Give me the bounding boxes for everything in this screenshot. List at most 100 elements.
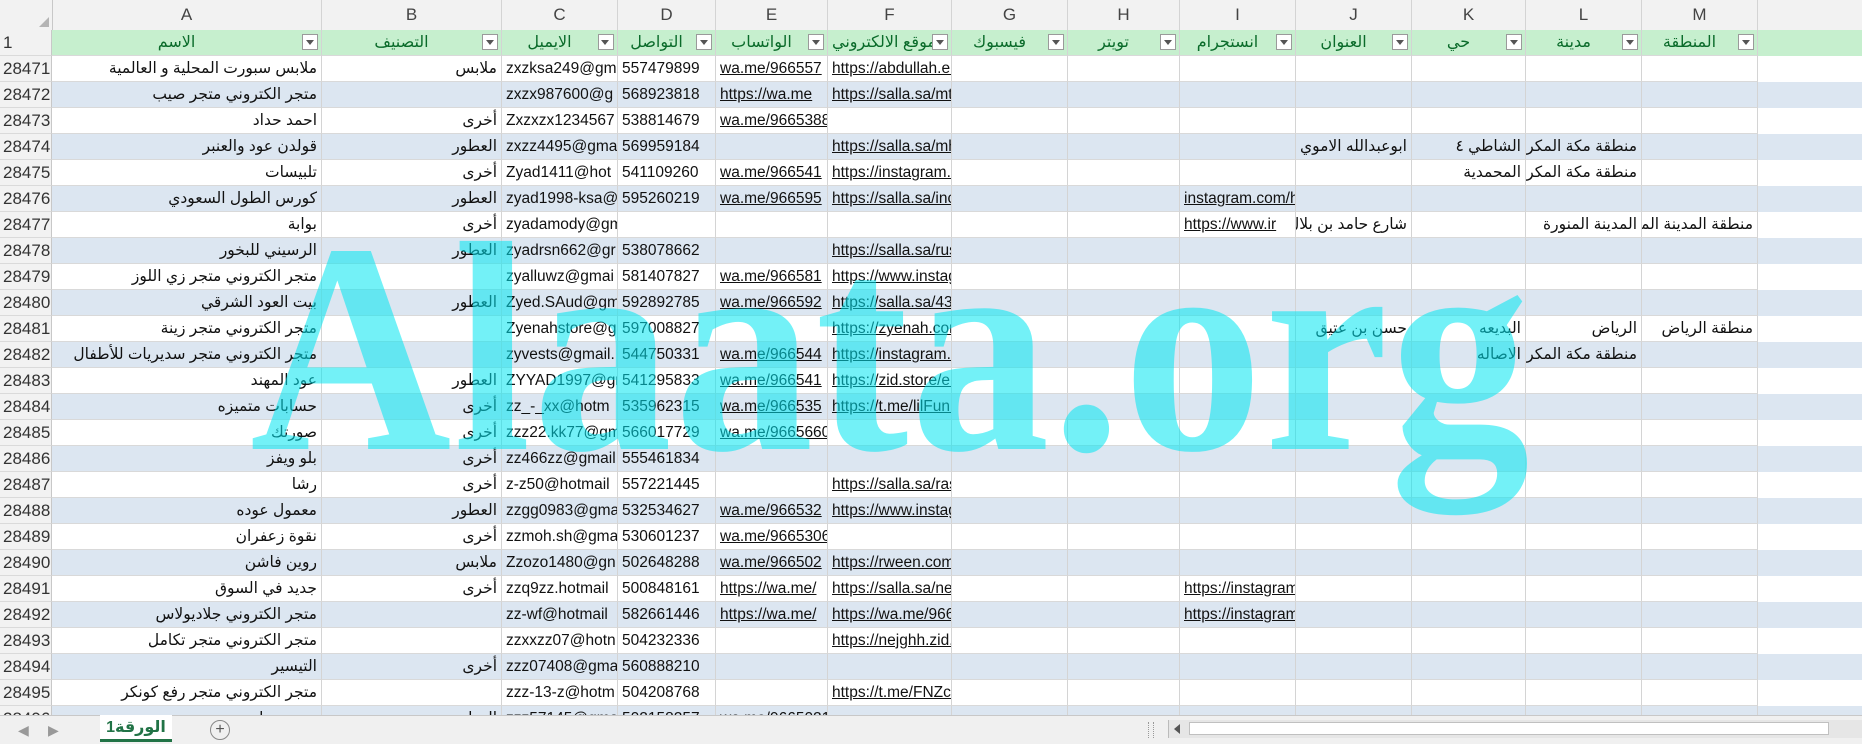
cell-j[interactable]	[1296, 602, 1412, 628]
cell-e[interactable]	[716, 316, 828, 342]
cell-h[interactable]	[1068, 342, 1180, 368]
cell-h[interactable]	[1068, 446, 1180, 472]
cell-h[interactable]	[1068, 472, 1180, 498]
scrollbar-thumb[interactable]	[1189, 722, 1829, 735]
filter-dropdown-icon[interactable]	[482, 34, 498, 50]
cell-l[interactable]	[1526, 238, 1642, 264]
cell-c[interactable]: zxzx987600@g	[502, 82, 618, 108]
column-header-c[interactable]: C	[502, 0, 618, 30]
filter-dropdown-icon[interactable]	[302, 34, 318, 50]
cell-a[interactable]: رشا	[52, 472, 322, 498]
cell-m[interactable]	[1642, 186, 1758, 212]
column-header-m[interactable]: M	[1642, 0, 1758, 30]
cell-l[interactable]	[1526, 394, 1642, 420]
cell-l[interactable]	[1526, 82, 1642, 108]
cell-m[interactable]	[1642, 394, 1758, 420]
cell-c[interactable]: zzz22.kk77@gm	[502, 420, 618, 446]
cell-f[interactable]: https://t.me/FNZcoqureoe	[828, 680, 952, 706]
cell-j[interactable]	[1296, 264, 1412, 290]
cell-k[interactable]	[1412, 420, 1526, 446]
cell-b[interactable]: أخرى	[322, 446, 502, 472]
cell-j[interactable]	[1296, 472, 1412, 498]
cell-l[interactable]: منطقة مكة المكرمة جدة	[1526, 342, 1642, 368]
cell-f[interactable]: https://instagram.com/matgar_hanan1?igsh…	[828, 160, 952, 186]
cell-b[interactable]: أخرى	[322, 420, 502, 446]
cell-c[interactable]: Zzozo1480@gn	[502, 550, 618, 576]
cell-b[interactable]: ملابس	[322, 550, 502, 576]
cell-i[interactable]	[1180, 316, 1296, 342]
row-number[interactable]: 28495	[0, 680, 52, 706]
cell-c[interactable]: zxzz4495@gma	[502, 134, 618, 160]
cell-c[interactable]: zzq9zz.hotmail	[502, 576, 618, 602]
cell-h[interactable]	[1068, 238, 1180, 264]
cell-d[interactable]: 568923818	[618, 82, 716, 108]
cell-c[interactable]: zz_-_xx@hotm	[502, 394, 618, 420]
cell-k[interactable]: الشاطي ٤	[1412, 134, 1526, 160]
cell-f[interactable]: https://salla.sa/increaseheight	[828, 186, 952, 212]
cell-d[interactable]	[618, 212, 716, 238]
cell-i[interactable]	[1180, 524, 1296, 550]
row-number[interactable]: 28478	[0, 238, 52, 264]
cell-i[interactable]	[1180, 498, 1296, 524]
cell-b[interactable]	[322, 316, 502, 342]
cell-j[interactable]	[1296, 394, 1412, 420]
header-cell-b[interactable]: التصنيف	[322, 30, 502, 56]
cell-e[interactable]: wa.me/966566017729	[716, 420, 828, 446]
cell-d[interactable]: 535962315	[618, 394, 716, 420]
cell-b[interactable]: أخرى	[322, 524, 502, 550]
filter-dropdown-icon[interactable]	[696, 34, 712, 50]
cell-l[interactable]	[1526, 498, 1642, 524]
horizontal-scrollbar[interactable]	[1168, 720, 1862, 738]
cell-l[interactable]	[1526, 290, 1642, 316]
cell-j[interactable]	[1296, 368, 1412, 394]
cell-e[interactable]: wa.me/966541	[716, 368, 828, 394]
cell-i[interactable]	[1180, 394, 1296, 420]
cell-d[interactable]: 541295833	[618, 368, 716, 394]
cell-j[interactable]: ابوعبدالله الاموي	[1296, 134, 1412, 160]
cell-g[interactable]	[952, 82, 1068, 108]
cell-h[interactable]	[1068, 420, 1180, 446]
header-cell-l[interactable]: مدينة	[1526, 30, 1642, 56]
row-number[interactable]: 28484	[0, 394, 52, 420]
cell-a[interactable]: التيسير	[52, 654, 322, 680]
cell-h[interactable]	[1068, 368, 1180, 394]
cell-e[interactable]: https://wa.me/	[716, 576, 828, 602]
row-number[interactable]: 28485	[0, 420, 52, 446]
column-header-a[interactable]: A	[52, 0, 322, 30]
scroll-left-icon[interactable]	[1174, 724, 1180, 734]
cell-k[interactable]	[1412, 446, 1526, 472]
cell-d[interactable]: 532534627	[618, 498, 716, 524]
cell-a[interactable]: معمول عوده	[52, 498, 322, 524]
column-header-j[interactable]: J	[1296, 0, 1412, 30]
cell-m[interactable]	[1642, 82, 1758, 108]
cell-k[interactable]	[1412, 680, 1526, 706]
header-cell-g[interactable]: فيسبوك	[952, 30, 1068, 56]
cell-f[interactable]: https://salla.sa/mhmd-abdallh-salm-qbws	[828, 134, 952, 160]
cell-l[interactable]	[1526, 576, 1642, 602]
cell-j[interactable]	[1296, 160, 1412, 186]
cell-g[interactable]	[952, 654, 1068, 680]
cell-b[interactable]: العطور	[322, 186, 502, 212]
row-number[interactable]: 28493	[0, 628, 52, 654]
cell-f[interactable]: https://www.instagram.com/zyalluwz	[828, 264, 952, 290]
cell-h[interactable]	[1068, 576, 1180, 602]
cell-b[interactable]	[322, 680, 502, 706]
cell-e[interactable]	[716, 212, 828, 238]
cell-h[interactable]	[1068, 394, 1180, 420]
cell-j[interactable]	[1296, 680, 1412, 706]
cell-c[interactable]: ZYYAD1997@gr	[502, 368, 618, 394]
header-cell-d[interactable]: التواصل	[618, 30, 716, 56]
cell-d[interactable]: 555461834	[618, 446, 716, 472]
cell-c[interactable]: zz466zz@gmail	[502, 446, 618, 472]
cell-g[interactable]	[952, 472, 1068, 498]
cell-a[interactable]: متجر الكتروني متجر تكامل	[52, 628, 322, 654]
cell-d[interactable]: 530601237	[618, 524, 716, 550]
column-header-l[interactable]: L	[1526, 0, 1642, 30]
cell-c[interactable]: zyadrsn662@gr	[502, 238, 618, 264]
cell-i[interactable]	[1180, 56, 1296, 82]
filter-dropdown-icon[interactable]	[1738, 34, 1754, 50]
cell-b[interactable]: أخرى	[322, 472, 502, 498]
cell-j[interactable]	[1296, 654, 1412, 680]
cell-k[interactable]	[1412, 264, 1526, 290]
cell-c[interactable]: zyad1998-ksa@	[502, 186, 618, 212]
